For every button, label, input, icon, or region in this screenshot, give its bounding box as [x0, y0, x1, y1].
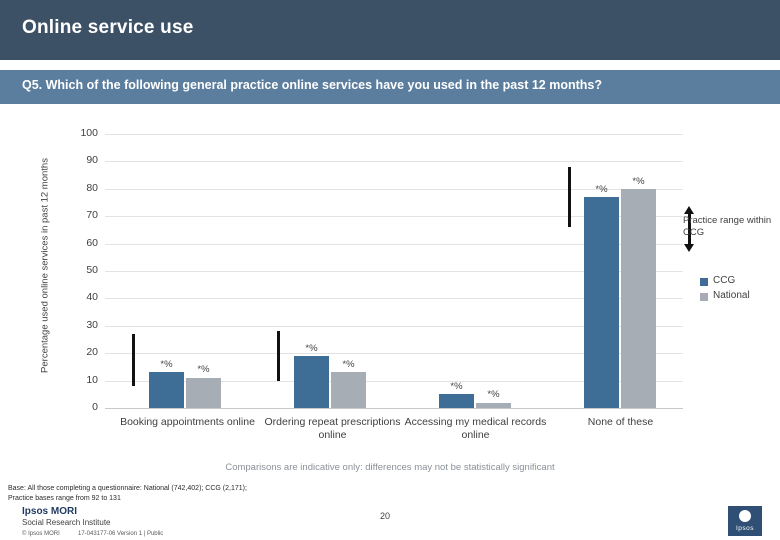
- category-text-records: Accessing my medical records online: [404, 416, 547, 441]
- legend-swatch-ccg-icon: [700, 278, 708, 286]
- category-label-records: Accessing my medical records online: [403, 416, 548, 442]
- bar-ccg-records[interactable]: [439, 394, 474, 408]
- ipsos-circle-icon: [739, 510, 751, 522]
- comparison-note: Comparisons are indicative only: differe…: [225, 462, 555, 473]
- y-tick-100: 100: [80, 127, 98, 139]
- y-tick-90: 90: [86, 154, 98, 167]
- y-tick-30: 30: [86, 318, 98, 331]
- bar-national-none[interactable]: [621, 188, 656, 408]
- gridline-90: [105, 161, 683, 163]
- category-label-prescriptions: Ordering repeat prescriptions online: [260, 416, 405, 442]
- version-text: 17-043177-06 Version 1 | Public: [78, 531, 164, 537]
- bar-label-national-booking: *%: [197, 364, 210, 375]
- page-title: Online service use: [22, 17, 194, 38]
- bar-label-national-none: *%: [632, 176, 645, 187]
- brand-subtitle: Social Research Institute: [22, 518, 111, 527]
- bar-national-booking[interactable]: [186, 377, 221, 408]
- ipsos-logo-badge: Ipsos: [728, 506, 762, 536]
- bar-ccg-prescriptions[interactable]: [294, 355, 329, 408]
- base-text-line2: Practice bases range from 92 to 131: [8, 494, 121, 502]
- y-tick-0: 0: [92, 401, 98, 413]
- legend-label-national: National: [713, 290, 750, 301]
- category-label-booking: Booking appointments online: [115, 416, 260, 429]
- question-text: Q5. Which of the following general pract…: [22, 78, 602, 92]
- bar-label-national-records: *%: [487, 389, 500, 400]
- copyright-text: © Ipsos MORI: [22, 531, 60, 537]
- range-arrow-down-icon: [684, 244, 694, 252]
- plot-region: *% *% Booking appointments online *% *% …: [105, 134, 683, 441]
- y-axis-title: Percentage used online services in past …: [39, 158, 51, 373]
- bar-national-records[interactable]: [476, 402, 511, 408]
- gridline-0: [105, 408, 683, 409]
- title-bar: Online service use: [0, 0, 780, 60]
- bar-label-ccg-booking: *%: [160, 359, 173, 370]
- base-text: Base: All those completing a questionnai…: [8, 484, 247, 503]
- ipsos-logo-text: Ipsos: [735, 525, 755, 532]
- gridline-100: [105, 134, 683, 135]
- chart-area: Percentage used online services in past …: [0, 110, 780, 460]
- category-text-none: None of these: [587, 416, 654, 428]
- brand-logo: Ipsos MORI Social Research Institute: [22, 506, 111, 528]
- legend-swatch-national-icon: [700, 293, 708, 301]
- question-bar: Q5. Which of the following general pract…: [0, 70, 780, 104]
- bar-label-ccg-prescriptions: *%: [305, 343, 318, 354]
- y-tick-50: 50: [86, 264, 98, 276]
- category-label-none: None of these: [548, 416, 693, 429]
- bar-ccg-none[interactable]: [584, 197, 619, 408]
- practice-range-none: [568, 166, 571, 228]
- practice-range-callout: Practice range within CCG: [683, 215, 772, 238]
- y-tick-10: 10: [86, 373, 98, 386]
- bar-label-ccg-none: *%: [595, 184, 608, 195]
- bar-label-ccg-records: *%: [450, 381, 463, 392]
- page-number: 20: [380, 511, 391, 521]
- y-axis-ticks: 100 90 80 70 60 50 40 30 20 10 0: [58, 127, 98, 413]
- y-tick-80: 80: [86, 181, 98, 194]
- y-tick-70: 70: [86, 209, 98, 222]
- base-text-line1: Base: All those completing a questionnai…: [8, 485, 247, 492]
- brand-name: Ipsos MORI: [22, 506, 78, 517]
- y-tick-60: 60: [86, 236, 98, 249]
- y-tick-20: 20: [86, 346, 98, 359]
- practice-range-booking: [132, 334, 135, 387]
- legend-label-ccg: CCG: [713, 275, 736, 286]
- category-text-booking: Booking appointments online: [120, 416, 255, 428]
- bar-ccg-booking[interactable]: [149, 372, 184, 408]
- bar-label-national-prescriptions: *%: [342, 359, 355, 370]
- category-text-prescriptions: Ordering repeat prescriptions online: [264, 416, 401, 441]
- y-tick-40: 40: [86, 291, 98, 304]
- practice-range-prescriptions: [277, 331, 280, 381]
- bar-national-prescriptions[interactable]: [331, 372, 366, 408]
